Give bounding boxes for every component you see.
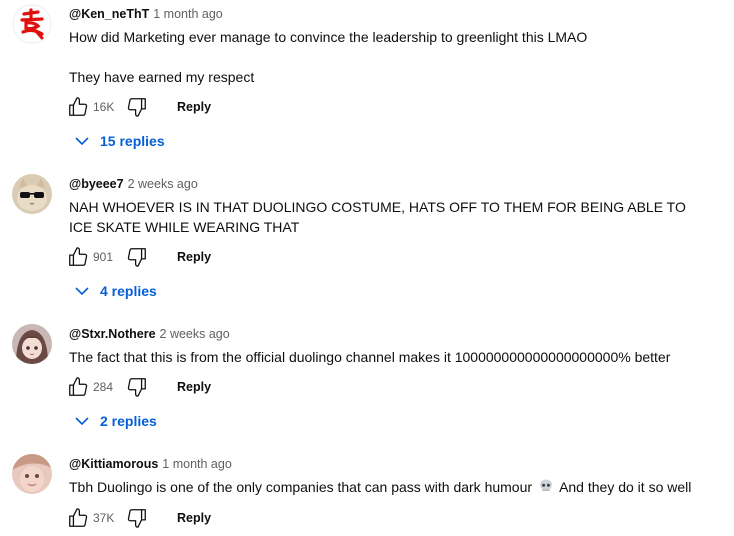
red-kanji-avatar-icon	[12, 4, 52, 44]
comment-actions: 37K Reply	[66, 506, 211, 530]
like-count: 37K	[93, 511, 115, 525]
comment-time[interactable]: 2 weeks ago	[128, 177, 198, 191]
comment-paragraph: How did Marketing ever manage to convinc…	[69, 29, 588, 45]
view-replies-button[interactable]: 4 replies	[72, 281, 157, 301]
chevron-down-icon	[72, 131, 92, 151]
thumbs-up-icon[interactable]	[66, 375, 90, 399]
anime-girl-avatar-icon	[12, 324, 52, 364]
like-count: 901	[93, 250, 114, 264]
comment-header: @Stxr.Nothere 2 weeks ago	[69, 326, 230, 342]
author-name[interactable]: @Stxr.Nothere	[69, 327, 156, 341]
thumbs-up-icon[interactable]	[66, 95, 90, 119]
author-name[interactable]: @byeee7	[69, 177, 124, 191]
like-count: 16K	[93, 100, 115, 114]
comment-paragraph: They have earned my respect	[69, 69, 255, 85]
thumbs-down-icon[interactable]	[125, 245, 149, 269]
reply-button[interactable]: Reply	[177, 100, 211, 114]
comment-header: @Kittiamorous 1 month ago	[69, 456, 232, 472]
replies-label: 15 replies	[100, 133, 165, 149]
avatar[interactable]	[12, 174, 52, 214]
cat-sunglasses-avatar-icon	[12, 174, 52, 214]
thumbs-up-icon[interactable]	[66, 245, 90, 269]
avatar[interactable]	[12, 454, 52, 494]
comment-text: Tbh Duolingo is one of the only companie…	[69, 477, 709, 499]
chevron-down-icon	[72, 281, 92, 301]
view-replies-button[interactable]: 15 replies	[72, 131, 165, 151]
reply-button[interactable]: Reply	[177, 250, 211, 264]
view-replies-button[interactable]: 2 replies	[72, 411, 157, 431]
author-name[interactable]: @Ken_neThT	[69, 7, 149, 21]
thumbs-up-icon[interactable]	[66, 506, 90, 530]
comment-actions: 284 Reply	[66, 375, 211, 399]
comment-actions: 901 Reply	[66, 245, 211, 269]
comment-header: @Ken_neThT 1 month ago	[69, 6, 223, 22]
comment-paragraph: NAH WHOEVER IS IN THAT DUOLINGO COSTUME,…	[69, 199, 686, 235]
replies-label: 4 replies	[100, 283, 157, 299]
comment-time[interactable]: 1 month ago	[153, 7, 223, 21]
comment-time[interactable]: 2 weeks ago	[160, 327, 230, 341]
avatar[interactable]	[12, 324, 52, 364]
thumbs-down-icon[interactable]	[125, 506, 149, 530]
replies-label: 2 replies	[100, 413, 157, 429]
selfie-avatar-icon	[12, 454, 52, 494]
reply-button[interactable]: Reply	[177, 380, 211, 394]
comment-time[interactable]: 1 month ago	[162, 457, 232, 471]
reply-button[interactable]: Reply	[177, 511, 211, 525]
comment-paragraph: Tbh Duolingo is one of the only companie…	[69, 479, 533, 495]
avatar[interactable]	[12, 4, 52, 44]
comment-header: @byeee7 2 weeks ago	[69, 176, 198, 192]
comment-text: NAH WHOEVER IS IN THAT DUOLINGO COSTUME,…	[69, 197, 689, 237]
thumbs-down-icon[interactable]	[125, 95, 149, 119]
chevron-down-icon	[72, 411, 92, 431]
comment-text: How did Marketing ever manage to convinc…	[69, 27, 709, 87]
author-name[interactable]: @Kittiamorous	[69, 457, 158, 471]
skull-emoji-icon	[538, 478, 554, 499]
comment-actions: 16K Reply	[66, 95, 211, 119]
comment-text: The fact that this is from the official …	[69, 347, 709, 367]
comment-paragraph: And they do it so well	[559, 479, 692, 495]
thumbs-down-icon[interactable]	[125, 375, 149, 399]
comment-paragraph: The fact that this is from the official …	[69, 349, 671, 365]
like-count: 284	[93, 380, 114, 394]
